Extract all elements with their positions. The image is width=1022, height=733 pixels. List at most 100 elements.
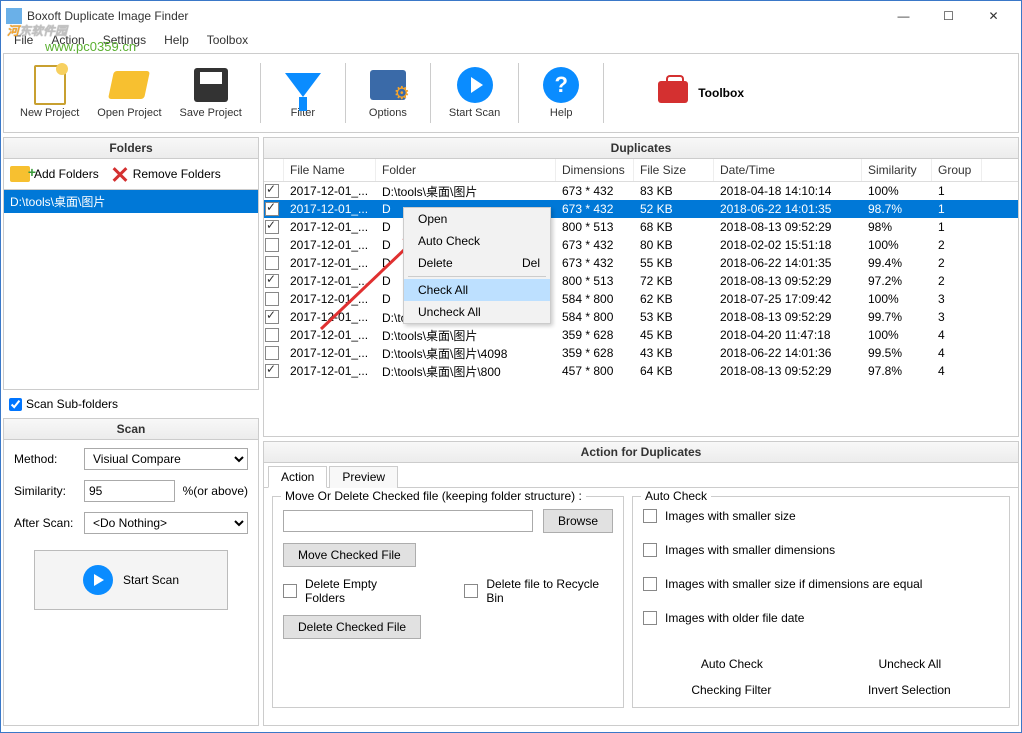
table-row[interactable]: 2017-12-01_...D673 * 43255 KB2018-06-22 … bbox=[264, 254, 1018, 272]
col-filename[interactable]: File Name bbox=[284, 159, 376, 181]
auto-check-link[interactable]: Auto Check bbox=[701, 657, 763, 671]
tab-action[interactable]: Action bbox=[268, 466, 327, 488]
col-datetime[interactable]: Date/Time bbox=[714, 159, 862, 181]
scan-header: Scan bbox=[4, 419, 258, 440]
col-folder[interactable]: Folder bbox=[376, 159, 556, 181]
row-checkbox[interactable] bbox=[265, 238, 279, 252]
menu-action[interactable]: Action bbox=[43, 31, 92, 51]
minimize-button[interactable]: — bbox=[881, 2, 926, 30]
folders-panel: Folders Add Folders Remove Folders D:\to… bbox=[3, 137, 259, 390]
auto-check-fieldset: Auto Check Images with smaller size Imag… bbox=[632, 496, 1010, 708]
row-checkbox[interactable] bbox=[265, 256, 279, 270]
duplicates-header: Duplicates bbox=[264, 138, 1018, 159]
new-project-icon bbox=[32, 67, 68, 103]
ctx-auto-check[interactable]: Auto Check bbox=[404, 230, 550, 252]
folder-list[interactable]: D:\tools\桌面\图片 bbox=[4, 189, 258, 389]
ctx-check-all[interactable]: Check All bbox=[404, 279, 550, 301]
row-checkbox[interactable] bbox=[265, 184, 279, 198]
move-checked-button[interactable]: Move Checked File bbox=[283, 543, 416, 567]
after-scan-label: After Scan: bbox=[14, 516, 76, 530]
action-header: Action for Duplicates bbox=[264, 442, 1018, 463]
menu-settings[interactable]: Settings bbox=[95, 31, 154, 51]
filter-button[interactable]: Filter bbox=[273, 63, 333, 123]
ac-smaller-size-equal-dim[interactable]: Images with smaller size if dimensions a… bbox=[643, 577, 999, 591]
toolbar-separator bbox=[518, 63, 519, 123]
uncheck-all-link[interactable]: Uncheck All bbox=[878, 657, 941, 671]
menu-file[interactable]: File bbox=[6, 31, 41, 51]
toolbar-separator bbox=[345, 63, 346, 123]
checking-filter-link[interactable]: Checking Filter bbox=[691, 683, 771, 697]
options-button[interactable]: Options bbox=[358, 63, 418, 123]
save-project-button[interactable]: Save Project bbox=[174, 63, 248, 123]
menu-toolbox[interactable]: Toolbox bbox=[199, 31, 256, 51]
maximize-button[interactable]: ☐ bbox=[926, 2, 971, 30]
browse-button[interactable]: Browse bbox=[543, 509, 613, 533]
open-project-button[interactable]: Open Project bbox=[91, 63, 167, 123]
row-checkbox[interactable] bbox=[265, 310, 279, 324]
scan-subfolders-checkbox[interactable]: Scan Sub-folders bbox=[3, 394, 259, 414]
help-button[interactable]: ? Help bbox=[531, 63, 591, 123]
similarity-input[interactable] bbox=[84, 480, 175, 502]
toolbox-icon bbox=[658, 81, 690, 105]
similarity-label: Similarity: bbox=[14, 484, 76, 498]
table-row[interactable]: 2017-12-01_...D:\tools\桌面\图片673 * 43283 … bbox=[264, 182, 1018, 200]
start-scan-button[interactable]: Start Scan bbox=[443, 63, 506, 123]
start-scan-big-button[interactable]: Start Scan bbox=[34, 550, 228, 610]
add-folders-button[interactable]: Add Folders bbox=[10, 166, 99, 182]
row-checkbox[interactable] bbox=[265, 364, 279, 378]
table-body[interactable]: 2017-12-01_...D:\tools\桌面\图片673 * 43283 … bbox=[264, 182, 1018, 380]
ctx-delete[interactable]: DeleteDel bbox=[404, 252, 550, 274]
table-row[interactable]: 2017-12-01_...D:\tools\桌面\图片584 * 80053 … bbox=[264, 308, 1018, 326]
add-folder-icon bbox=[10, 166, 30, 182]
folder-row[interactable]: D:\tools\桌面\图片 bbox=[4, 190, 258, 213]
ac-older-date[interactable]: Images with older file date bbox=[643, 611, 999, 625]
app-icon bbox=[6, 8, 22, 24]
row-checkbox[interactable] bbox=[265, 328, 279, 342]
start-scan-icon bbox=[457, 67, 493, 103]
after-scan-select[interactable]: <Do Nothing> bbox=[84, 512, 248, 534]
table-row[interactable]: 2017-12-01_...D584 * 80062 KB2018-07-25 … bbox=[264, 290, 1018, 308]
tab-preview[interactable]: Preview bbox=[329, 466, 398, 488]
col-dimensions[interactable]: Dimensions bbox=[556, 159, 634, 181]
table-row[interactable]: 2017-12-01_...D:\tools\桌面\图片359 * 62845 … bbox=[264, 326, 1018, 344]
options-icon bbox=[370, 67, 406, 103]
ac-smaller-size[interactable]: Images with smaller size bbox=[643, 509, 999, 523]
table-row[interactable]: 2017-12-01_...D673 * 43252 KB2018-06-22 … bbox=[264, 200, 1018, 218]
row-checkbox[interactable] bbox=[265, 202, 279, 216]
play-icon bbox=[83, 565, 113, 595]
row-checkbox[interactable] bbox=[265, 274, 279, 288]
duplicates-panel: Duplicates File Name Folder Dimensions F… bbox=[263, 137, 1019, 437]
row-checkbox[interactable] bbox=[265, 292, 279, 306]
ctx-uncheck-all[interactable]: Uncheck All bbox=[404, 301, 550, 323]
toolbox-button[interactable]: Toolbox bbox=[648, 81, 754, 105]
ac-smaller-dim[interactable]: Images with smaller dimensions bbox=[643, 543, 999, 557]
delete-checked-button[interactable]: Delete Checked File bbox=[283, 615, 421, 639]
method-select[interactable]: Visiual Compare bbox=[84, 448, 248, 470]
invert-selection-link[interactable]: Invert Selection bbox=[868, 683, 951, 697]
col-similarity[interactable]: Similarity bbox=[862, 159, 932, 181]
delete-empty-checkbox[interactable]: Delete Empty Folders bbox=[283, 577, 414, 605]
menu-help[interactable]: Help bbox=[156, 31, 197, 51]
recycle-bin-checkbox[interactable]: Delete file to Recycle Bin bbox=[464, 577, 613, 605]
toolbar-separator bbox=[603, 63, 604, 123]
filter-icon bbox=[285, 67, 321, 103]
row-checkbox[interactable] bbox=[265, 346, 279, 360]
col-group[interactable]: Group bbox=[932, 159, 982, 181]
table-row[interactable]: 2017-12-01_...D800 * 51368 KB2018-08-13 … bbox=[264, 218, 1018, 236]
new-project-button[interactable]: New Project bbox=[14, 63, 85, 123]
scan-subfolders-input[interactable] bbox=[9, 398, 22, 411]
table-row[interactable]: 2017-12-01_...D800 * 51372 KB2018-08-13 … bbox=[264, 272, 1018, 290]
ctx-open[interactable]: Open bbox=[404, 208, 550, 230]
remove-folders-button[interactable]: Remove Folders bbox=[111, 165, 221, 183]
move-path-input[interactable] bbox=[283, 510, 533, 532]
table-row[interactable]: 2017-12-01_...D673 * 43280 KB2018-02-02 … bbox=[264, 236, 1018, 254]
col-filesize[interactable]: File Size bbox=[634, 159, 714, 181]
action-panel: Action for Duplicates Action Preview Mov… bbox=[263, 441, 1019, 726]
table-row[interactable]: 2017-12-01_...D:\tools\桌面\图片\4098359 * 6… bbox=[264, 344, 1018, 362]
save-project-icon bbox=[193, 67, 229, 103]
window-title: Boxoft Duplicate Image Finder bbox=[27, 9, 881, 23]
table-row[interactable]: 2017-12-01_...D:\tools\桌面\图片\800457 * 80… bbox=[264, 362, 1018, 380]
method-label: Method: bbox=[14, 452, 76, 466]
row-checkbox[interactable] bbox=[265, 220, 279, 234]
close-button[interactable]: ✕ bbox=[971, 2, 1016, 30]
